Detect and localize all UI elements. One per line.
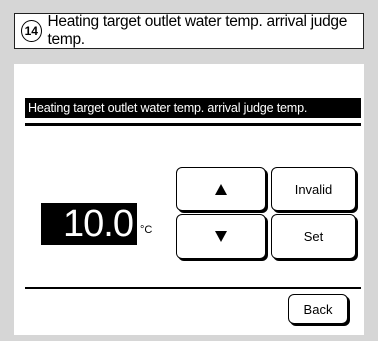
step-number-badge: 14	[21, 20, 42, 42]
screen-header: Heating target outlet water temp. arriva…	[25, 98, 361, 118]
header-divider	[25, 123, 361, 126]
controller-screen: Heating target outlet water temp. arriva…	[14, 64, 364, 335]
temperature-unit: °C	[140, 224, 153, 236]
increase-button[interactable]	[176, 167, 266, 211]
set-button[interactable]: Set	[271, 214, 356, 259]
footer-divider	[25, 287, 361, 289]
back-button[interactable]: Back	[288, 294, 348, 324]
triangle-up-icon	[215, 183, 227, 195]
triangle-down-icon	[215, 231, 227, 242]
temperature-value-display: 10.0	[41, 203, 137, 245]
page-title: Heating target outlet water temp. arriva…	[47, 13, 348, 48]
invalid-button[interactable]: Invalid	[271, 167, 356, 211]
decrease-button[interactable]	[176, 214, 266, 259]
page-title-box: 14 Heating target outlet water temp. arr…	[14, 13, 364, 49]
